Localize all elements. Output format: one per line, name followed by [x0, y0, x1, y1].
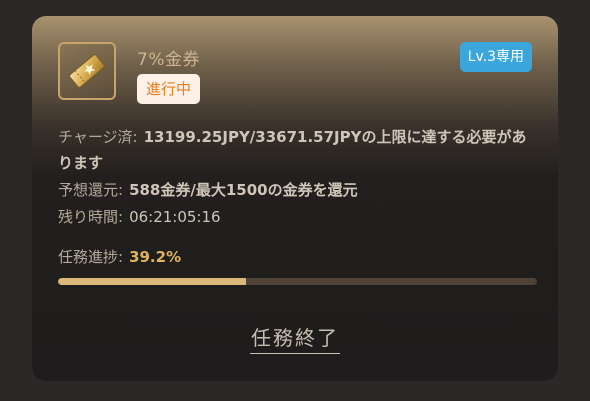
- condition-row: チャージ済: 13199.25JPY/33671.57JPYの上限に達する必要があ…: [58, 124, 534, 176]
- task-card: 7%金券 進行中 Lv.3専用 チャージ済: 13199.25JPY/33671.…: [32, 16, 558, 381]
- ticket-icon-box: [58, 42, 116, 100]
- level-badge: Lv.3専用: [459, 42, 532, 72]
- remaining-time-value: 06:21:05:16: [129, 208, 221, 226]
- task-title: 7%金券: [137, 50, 200, 70]
- progress-row: 任務進捗: 39.2%: [58, 244, 181, 270]
- progress-percent: 39.2%: [129, 248, 182, 266]
- end-task-button[interactable]: 任務終了: [250, 322, 340, 354]
- progress-label: 任務進捗:: [58, 248, 124, 266]
- status-badge: 進行中: [137, 74, 201, 104]
- reward-label: 予想還元:: [58, 181, 124, 199]
- condition-label: チャージ済:: [58, 128, 138, 146]
- remaining-time-label: 残り時間:: [58, 208, 124, 226]
- progress-bar-fill: [58, 278, 246, 285]
- golden-ticket-icon: [69, 54, 105, 88]
- progress-bar: [58, 278, 537, 285]
- reward-value: 588金券/最大1500の金券を還元: [129, 181, 358, 199]
- reward-row: 予想還元: 588金券/最大1500の金券を還元: [58, 177, 358, 203]
- remaining-time-row: 残り時間: 06:21:05:16: [58, 204, 221, 230]
